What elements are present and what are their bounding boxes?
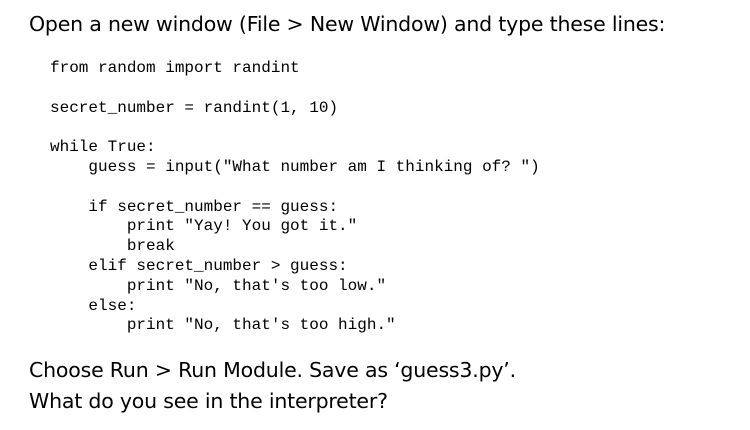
instruction-heading: Open a new window (File > New Window) an… — [29, 12, 666, 36]
slide: Open a new window (File > New Window) an… — [0, 0, 750, 430]
code-line: guess = input("What number am I thinking… — [50, 157, 540, 176]
code-line: print "No, that's too low." — [50, 276, 387, 295]
code-line: from random import randint — [50, 59, 300, 77]
code-line: else: — [50, 296, 137, 315]
code-line: secret_number = randint(1, 10) — [50, 98, 339, 117]
footer-instructions: Choose Run > Run Module. Save as ‘guess3… — [29, 355, 516, 417]
code-line: print "No, that's too high." — [50, 316, 396, 335]
question-text: What do you see in the interpreter? — [29, 389, 388, 413]
run-instruction: Choose Run > Run Module. Save as ‘guess3… — [29, 358, 516, 382]
code-line: if secret_number == guess: — [50, 197, 339, 216]
code-line: elif secret_number > guess: — [50, 256, 348, 275]
code-line: while True: — [50, 138, 156, 157]
code-line: break — [50, 237, 175, 256]
code-block: from random import randint secret_number … — [50, 59, 540, 336]
code-line: print "Yay! You got it." — [50, 217, 358, 236]
